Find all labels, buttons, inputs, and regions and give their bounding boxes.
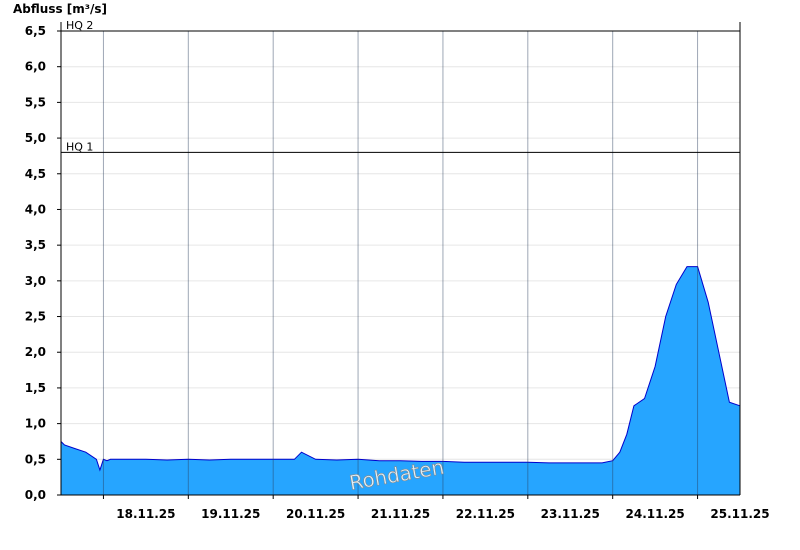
y-tick-label: 1,5	[25, 381, 46, 395]
y-tick-label: 3,0	[25, 274, 46, 288]
x-tick-label: 19.11.25	[201, 507, 260, 521]
y-tick-label: 5,0	[25, 131, 46, 145]
plot-area	[60, 31, 741, 495]
y-tick-label: 0,0	[25, 488, 46, 502]
y-tick-label: 2,0	[25, 345, 46, 359]
y-tick-label: 5,5	[25, 95, 46, 109]
y-tick-label: 6,5	[25, 24, 46, 38]
y-tick-label: 3,5	[25, 238, 46, 252]
y-tick-label: 1,0	[25, 417, 46, 431]
x-tick-label: 23.11.25	[541, 507, 600, 521]
gridlines	[61, 30, 740, 460]
x-tick-label: 18.11.25	[116, 507, 175, 521]
x-tick-label: 20.11.25	[286, 507, 345, 521]
x-tick-label: 24.11.25	[626, 507, 685, 521]
y-tick-label: 4,5	[25, 167, 46, 181]
threshold-lines: HQ 2 HQ 1	[61, 19, 740, 153]
x-tick-label: 21.11.25	[371, 507, 430, 521]
y-tick-label: 2,5	[25, 310, 46, 324]
discharge-chart: Abfluss [m³/s] HQ 2 HQ 1 0,0 0,5 1,0 1,5 2,0 2…	[13, 2, 770, 521]
x-tick-label: 22.11.25	[456, 507, 515, 521]
threshold-label: HQ 1	[66, 140, 93, 153]
y-axis-label: Abfluss [m³/s]	[13, 2, 107, 16]
threshold-label: HQ 2	[66, 19, 93, 32]
y-tick-label: 4,0	[25, 202, 46, 216]
y-tick-label: 0,5	[25, 452, 46, 466]
x-tick-label: 25.11.25	[710, 507, 769, 521]
y-tick-label: 6,0	[25, 60, 46, 74]
